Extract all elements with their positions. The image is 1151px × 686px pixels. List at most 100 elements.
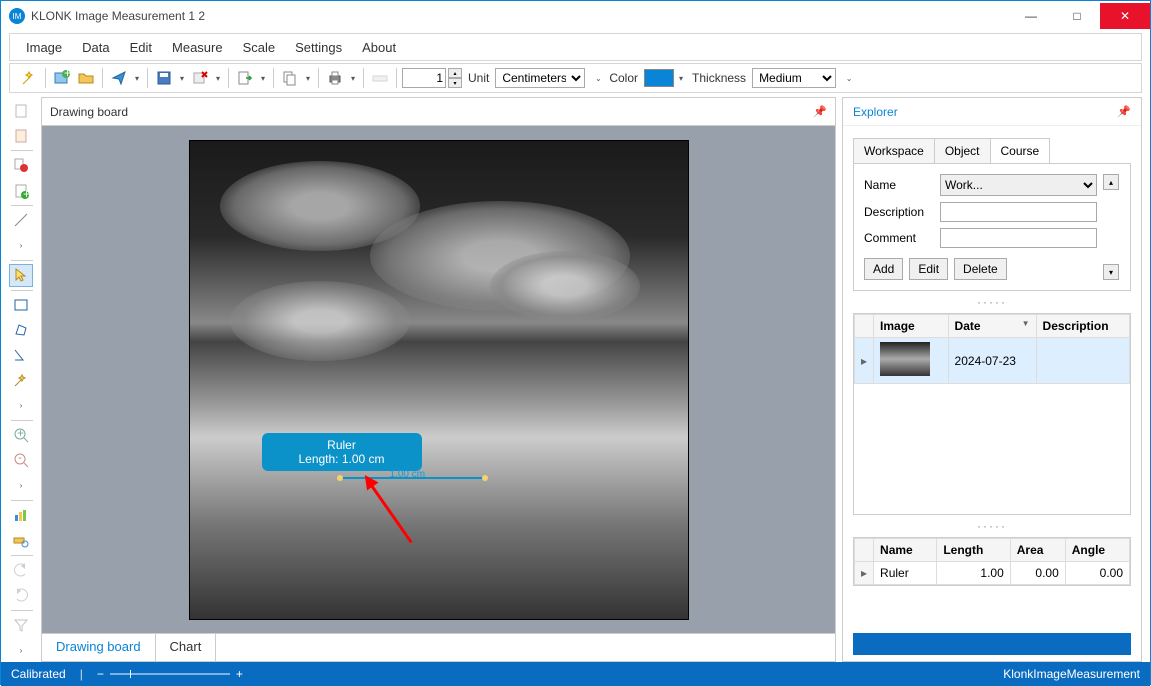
folder-open-icon[interactable] xyxy=(75,67,97,89)
tool-angle-icon[interactable] xyxy=(9,344,33,367)
course-form: NameWork... Description Comment Add Edit… xyxy=(853,163,1131,291)
tool-polygon-icon[interactable] xyxy=(9,319,33,342)
comment-input[interactable] xyxy=(940,228,1097,248)
print-icon[interactable] xyxy=(324,67,346,89)
desc-col-header[interactable]: Description xyxy=(1036,315,1129,338)
svg-text:+: + xyxy=(17,427,24,440)
toolbar: + ▾ ▾ ▾ ▾ ▾ ▾ ▴▾ Unit Centimeters ⌄ Colo… xyxy=(9,63,1142,93)
form-scrollbar[interactable]: ▴▾ xyxy=(1103,174,1120,280)
zoom-slider[interactable]: − + xyxy=(97,667,243,681)
unit-extra-dropdown[interactable]: ⌄ xyxy=(593,74,603,83)
splitter-dots-2[interactable]: ····· xyxy=(843,515,1141,537)
add-image-icon[interactable]: + xyxy=(51,67,73,89)
add-button[interactable]: Add xyxy=(864,258,903,280)
save-icon[interactable] xyxy=(153,67,175,89)
menu-measure[interactable]: Measure xyxy=(164,37,231,58)
menu-about[interactable]: About xyxy=(354,37,404,58)
tool-measure-search-icon[interactable] xyxy=(9,529,33,552)
image-col-header[interactable]: Image xyxy=(874,315,949,338)
count-input[interactable] xyxy=(402,68,446,88)
wand-icon[interactable] xyxy=(18,67,40,89)
ruler-icon[interactable] xyxy=(369,67,391,89)
zoom-minus-icon[interactable]: − xyxy=(97,667,104,681)
unit-label: Unit xyxy=(464,71,493,85)
splitter-dots[interactable]: ····· xyxy=(843,291,1141,313)
tool-copy-mark-icon[interactable] xyxy=(9,154,33,177)
measure-row[interactable]: ▸ Ruler 1.00 0.00 0.00 xyxy=(855,562,1130,585)
edit-button[interactable]: Edit xyxy=(909,258,948,280)
menu-scale[interactable]: Scale xyxy=(235,37,284,58)
tab-chart[interactable]: Chart xyxy=(156,634,217,661)
loaded-image[interactable]: Ruler Length: 1.00 cm 1.00 cm xyxy=(189,140,689,620)
tool-filter-icon[interactable] xyxy=(9,614,33,637)
close-button[interactable]: ✕ xyxy=(1100,3,1150,29)
tool-wand2-icon[interactable] xyxy=(9,369,33,392)
image-desc-cell xyxy=(1036,338,1129,384)
comment-label: Comment xyxy=(864,231,934,245)
tab-drawing-board[interactable]: Drawing board xyxy=(42,634,156,661)
menubar: Image Data Edit Measure Scale Settings A… xyxy=(9,33,1142,61)
date-col-header[interactable]: Date ▼ xyxy=(948,315,1036,338)
tool-filter-more[interactable]: › xyxy=(9,639,33,662)
explorer-tab-workspace[interactable]: Workspace xyxy=(853,138,935,163)
mname-col-header[interactable]: Name xyxy=(874,539,937,562)
tool-line-more[interactable]: › xyxy=(9,234,33,257)
tool-new-icon[interactable] xyxy=(9,99,33,122)
explorer-title: Explorer xyxy=(853,105,898,119)
send-dropdown[interactable]: ▾ xyxy=(132,74,142,83)
explorer-tab-course[interactable]: Course xyxy=(990,138,1051,163)
unit-select[interactable]: Centimeters xyxy=(495,68,585,88)
tool-chart-icon[interactable] xyxy=(9,504,33,527)
tool-redo-icon[interactable] xyxy=(9,584,33,607)
mlength-col-header[interactable]: Length xyxy=(937,539,1010,562)
color-swatch[interactable] xyxy=(644,69,674,87)
delete-icon[interactable] xyxy=(189,67,211,89)
export-icon[interactable] xyxy=(234,67,256,89)
measure-grid: Name Length Area Angle ▸ Ruler 1.00 0.00… xyxy=(853,537,1131,586)
tool-line-icon[interactable] xyxy=(9,209,33,232)
tool-zoom-out-icon[interactable]: - xyxy=(9,449,33,472)
delete-dropdown[interactable]: ▾ xyxy=(213,74,223,83)
zoom-plus-icon[interactable]: + xyxy=(236,667,243,681)
tool-shape-more[interactable]: › xyxy=(9,394,33,417)
menu-edit[interactable]: Edit xyxy=(122,37,160,58)
tool-zoom-more[interactable]: › xyxy=(9,474,33,497)
tool-zoom-in-icon[interactable]: + xyxy=(9,424,33,447)
tool-undo-icon[interactable] xyxy=(9,559,33,582)
explorer-pin-icon[interactable]: 📌 xyxy=(1117,105,1131,118)
color-dropdown[interactable]: ▾ xyxy=(676,74,686,83)
copy-dropdown[interactable]: ▾ xyxy=(303,74,313,83)
menu-data[interactable]: Data xyxy=(74,37,117,58)
menu-image[interactable]: Image xyxy=(18,37,70,58)
image-row[interactable]: ▸ 2024-07-23 xyxy=(855,338,1130,384)
minimize-button[interactable]: — xyxy=(1008,3,1054,29)
explorer-tab-object[interactable]: Object xyxy=(934,138,991,163)
print-dropdown[interactable]: ▾ xyxy=(348,74,358,83)
ruler-tooltip: Ruler Length: 1.00 cm xyxy=(262,433,422,471)
tool-clipboard-add-icon[interactable]: + xyxy=(9,179,33,202)
canvas[interactable]: Ruler Length: 1.00 cm 1.00 cm xyxy=(42,126,835,633)
thickness-select[interactable]: Medium xyxy=(752,68,836,88)
tool-rect-icon[interactable] xyxy=(9,294,33,317)
thickness-extra-dropdown[interactable]: ⌄ xyxy=(844,74,854,83)
menu-settings[interactable]: Settings xyxy=(287,37,350,58)
pin-icon[interactable]: 📌 xyxy=(813,105,827,118)
mangle-col-header[interactable]: Angle xyxy=(1065,539,1129,562)
delete-button[interactable]: Delete xyxy=(954,258,1007,280)
desc-input[interactable] xyxy=(940,202,1097,222)
maximize-button[interactable]: □ xyxy=(1054,3,1100,29)
export-dropdown[interactable]: ▾ xyxy=(258,74,268,83)
titlebar: IM KLONK Image Measurement 1 2 — □ ✕ xyxy=(1,1,1150,31)
tool-pointer-icon[interactable] xyxy=(9,264,33,287)
drawing-panel: Drawing board 📌 Ruler Length: 1.00 cm 1.… xyxy=(41,97,836,662)
explorer-panel: Explorer 📌 Workspace Object Course NameW… xyxy=(842,97,1142,662)
marea-col-header[interactable]: Area xyxy=(1010,539,1065,562)
window-title: KLONK Image Measurement 1 2 xyxy=(31,9,205,23)
save-dropdown[interactable]: ▾ xyxy=(177,74,187,83)
copy-icon[interactable] xyxy=(279,67,301,89)
name-select[interactable]: Work... xyxy=(940,174,1097,196)
svg-text:+: + xyxy=(23,187,29,199)
tool-page-icon[interactable] xyxy=(9,124,33,147)
send-icon[interactable] xyxy=(108,67,130,89)
count-spinner[interactable]: ▴▾ xyxy=(448,68,462,88)
